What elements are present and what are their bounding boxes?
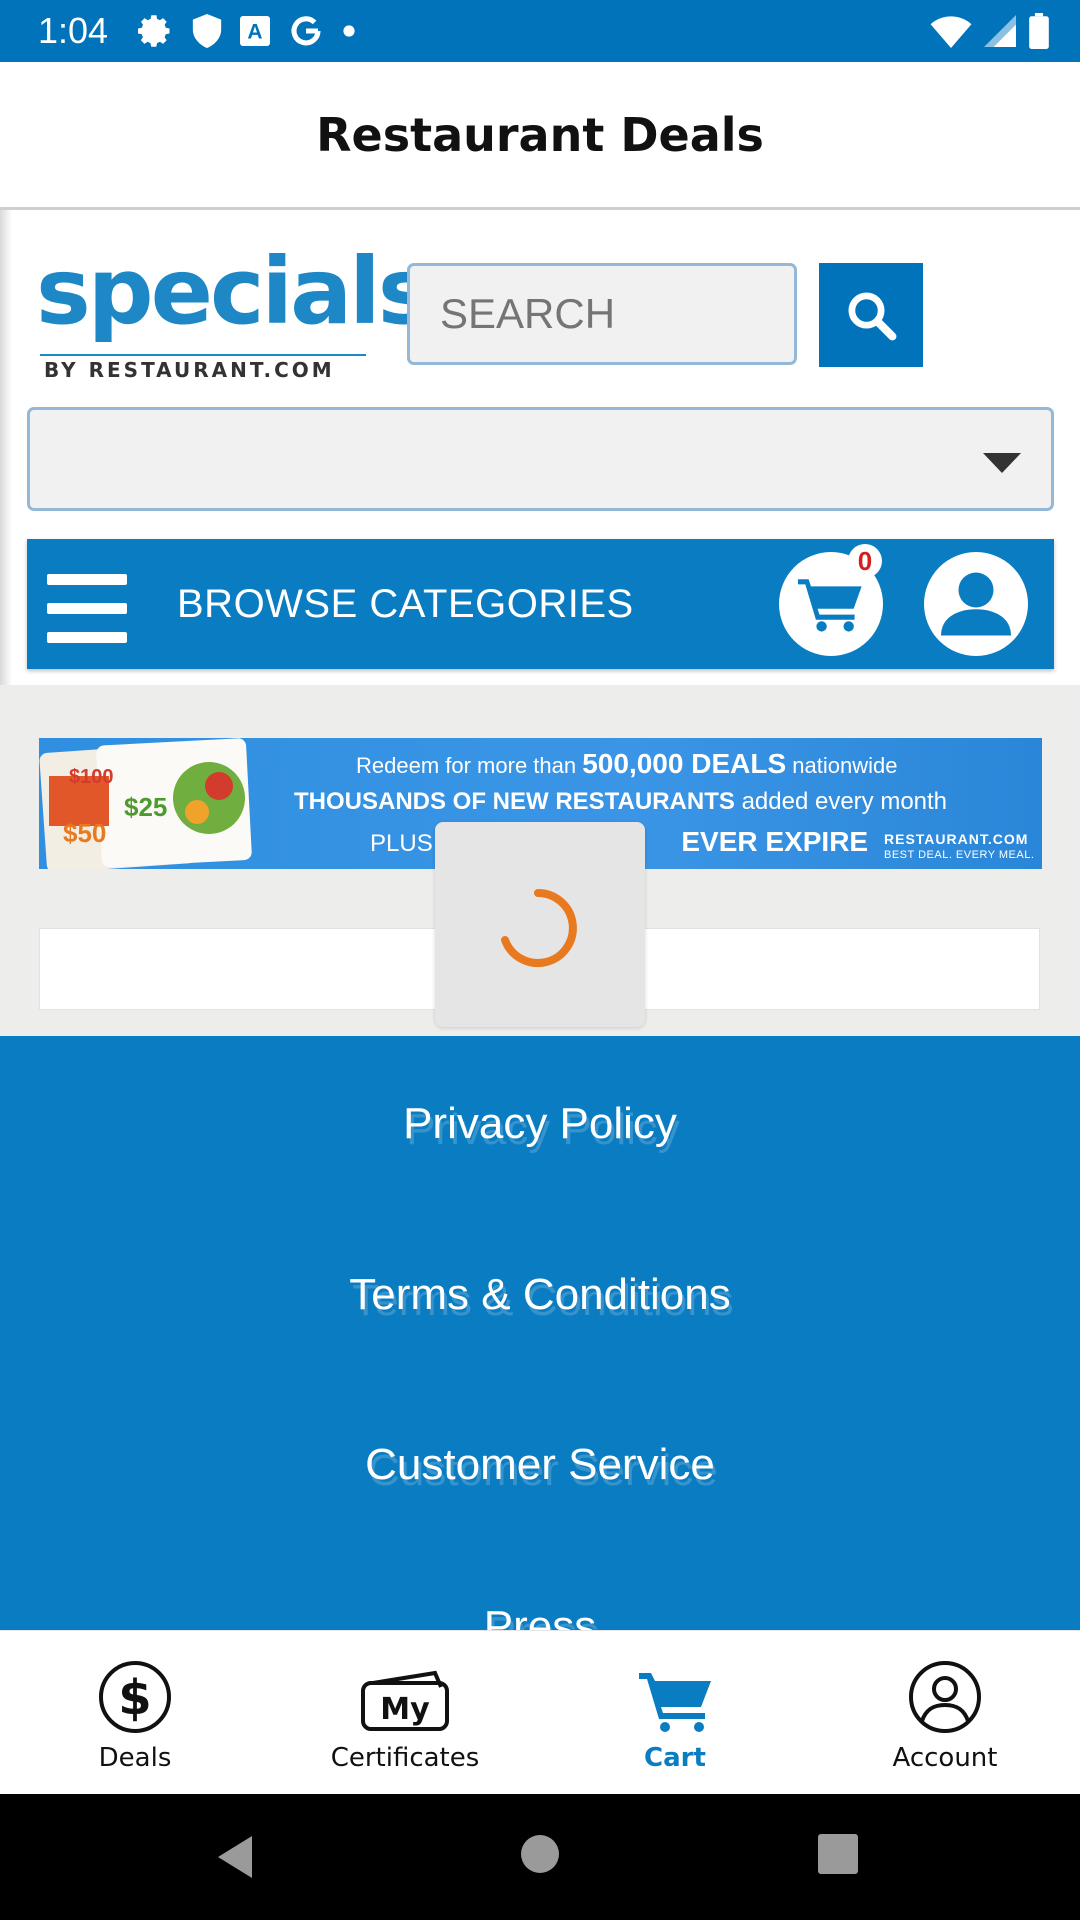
logo-rule (40, 354, 366, 356)
search-input[interactable] (407, 263, 797, 365)
recents-icon[interactable] (816, 1832, 860, 1876)
logo-subtext: BY RESTAURANT.COM (44, 358, 335, 382)
header-account-button[interactable] (924, 552, 1028, 656)
location-dropdown[interactable] (27, 407, 1054, 511)
cart-icon (639, 1673, 711, 1732)
tab-deals-label: Deals (98, 1743, 172, 1773)
tab-cart[interactable]: Cart (540, 1631, 810, 1795)
press-link[interactable]: Press (0, 1599, 1080, 1630)
gift-cards-image: $100 $25 $50 (39, 738, 252, 869)
banner-line-2: THOUSANDS OF NEW RESTAURANTS added every… (294, 788, 948, 815)
search-icon (848, 292, 897, 341)
card-value-100: $100 (69, 766, 114, 788)
tab-account-label: Account (892, 1743, 998, 1773)
search-button[interactable] (819, 263, 923, 367)
tab-certificates[interactable]: My Certificates (270, 1631, 540, 1795)
battery-icon (1029, 13, 1049, 49)
tab-deals[interactable]: $ Deals (0, 1631, 270, 1795)
card-value-25: $25 (124, 792, 167, 822)
page-title: Restaurant Deals (316, 108, 764, 162)
shield-icon (192, 14, 222, 48)
tab-account[interactable]: Account (810, 1631, 1080, 1795)
status-left-icons: A (138, 12, 356, 50)
cart-icon (798, 579, 862, 632)
status-bar: 1:04 A (0, 0, 1080, 62)
chevron-down-icon (983, 453, 1021, 473)
svg-text:A: A (247, 21, 262, 44)
footer: Privacy Policy Terms & Conditions Custom… (0, 1036, 1080, 1630)
bottom-nav: $ Deals My Certificates Cart Account (0, 1630, 1080, 1795)
privacy-policy-link[interactable]: Privacy Policy (0, 1096, 1080, 1152)
home-icon[interactable] (518, 1832, 562, 1876)
svg-text:$: $ (118, 1670, 151, 1726)
gear-icon (138, 15, 170, 47)
certificates-icon: My (361, 1670, 449, 1731)
status-time: 1:04 (38, 10, 109, 51)
dollar-icon: $ (99, 1661, 171, 1733)
back-icon[interactable] (212, 1832, 262, 1882)
browse-categories-bar: BROWSE CATEGORIES 0 (27, 539, 1054, 669)
tab-cart-label: Cart (644, 1743, 706, 1773)
card-value-50: $50 (63, 818, 106, 848)
status-right-icons (930, 12, 1050, 50)
loading-indicator (435, 822, 645, 1027)
banner-line-1: Redeem for more than 500,000 DEALS natio… (356, 748, 898, 779)
terms-conditions-link[interactable]: Terms & Conditions (0, 1267, 1080, 1323)
web-content[interactable]: specials BY RESTAURANT.COM BROWSE CATEGO… (0, 210, 1080, 1630)
svg-text:My: My (380, 1692, 430, 1727)
signal-icon (984, 15, 1016, 47)
browse-categories-button[interactable]: BROWSE CATEGORIES (177, 579, 634, 629)
dot-icon (343, 25, 355, 37)
banner-brand-logo: RESTAURANT.COM BEST DEAL. EVERY MEAL. (884, 831, 1035, 861)
app-bar: Restaurant Deals (0, 62, 1080, 210)
google-g-icon (291, 16, 321, 46)
hamburger-menu-icon[interactable] (47, 574, 127, 644)
spinner-icon (501, 889, 577, 967)
specials-logo[interactable]: specials BY RESTAURANT.COM (36, 242, 432, 383)
customer-service-link[interactable]: Customer Service (0, 1437, 1080, 1493)
cart-count-badge: 0 (848, 544, 882, 578)
tab-certificates-label: Certificates (330, 1743, 480, 1773)
text-a-icon: A (240, 16, 270, 46)
system-nav-bar (0, 1794, 1080, 1920)
wifi-icon (930, 16, 972, 48)
user-icon (941, 572, 1011, 636)
logo-wordmark: specials (36, 238, 432, 345)
account-icon (909, 1661, 981, 1733)
